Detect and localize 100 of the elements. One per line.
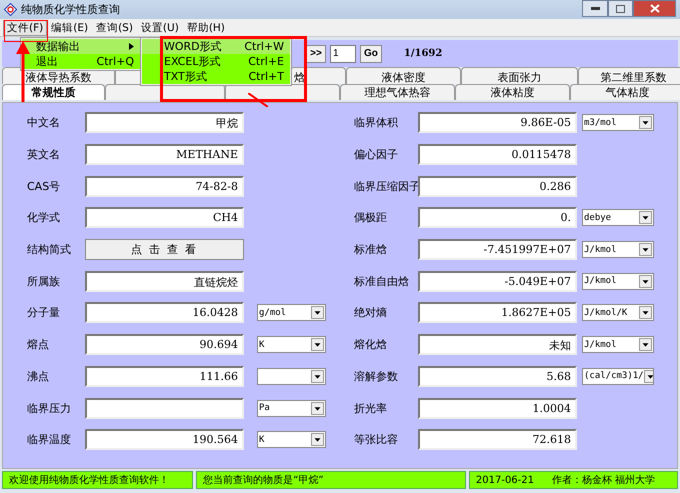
minimize-icon — [590, 7, 600, 10]
dropdown-caret-icon — [639, 338, 652, 352]
dropdown-caret-icon — [639, 274, 652, 288]
dropdown-caret-icon — [311, 370, 324, 383]
field-label: 所属族 — [27, 274, 61, 289]
value-field[interactable]: -5.049E+07 — [418, 270, 577, 292]
app-icon — [4, 3, 17, 16]
field-label: 偶极距 — [354, 210, 388, 226]
unit-dropdown[interactable]: g/mol — [257, 304, 326, 322]
window-title: 纯物质化学性质查询 — [21, 2, 120, 17]
close-button[interactable] — [633, 0, 676, 17]
status-text: 作者：杨金杯 福州大学 — [552, 474, 656, 487]
value-field[interactable]: 1.8627E+05 — [418, 302, 577, 324]
value-field[interactable]: 0.286 — [418, 176, 577, 197]
dropdown-caret-icon — [311, 338, 324, 352]
tab[interactable]: 第二维里系数 — [578, 67, 680, 84]
value-field[interactable]: 未知 — [418, 334, 577, 356]
tab[interactable]: 液体粘度 — [455, 84, 570, 100]
field-label: 熔化焓 — [354, 337, 388, 352]
value-field[interactable]: 1.0004 — [418, 398, 577, 419]
value-field[interactable]: 直链烷烃 — [85, 270, 244, 292]
field-label: 临界压力 — [27, 400, 72, 416]
unit-dropdown[interactable]: Pa — [257, 400, 326, 417]
unit-dropdown[interactable]: J/kmol/K — [582, 304, 654, 322]
record-count: 1/1692 — [404, 48, 442, 59]
view-structure-button[interactable]: 点 击 查 看 — [85, 239, 244, 260]
status-text: 2017-06-21 — [476, 474, 534, 486]
field-label: 分子量 — [27, 305, 61, 320]
tab[interactable]: 液体密度 — [346, 67, 461, 84]
close-icon — [650, 4, 660, 13]
unit-dropdown[interactable]: debye — [582, 209, 654, 226]
dropdown-caret-icon — [639, 243, 652, 256]
field-label: 临界温度 — [27, 432, 72, 448]
menu-entry[interactable]: EXCEL形式 Ctrl+E — [142, 54, 290, 69]
menu-item[interactable]: 设置(U) — [136, 20, 183, 36]
field-label: 中文名 — [27, 115, 61, 130]
unit-dropdown[interactable]: J/kmol — [582, 336, 654, 354]
field-label: 沸点 — [27, 368, 50, 384]
menu-item[interactable]: 编辑(E) — [47, 20, 92, 36]
value-field[interactable]: -7.451997E+07 — [418, 239, 577, 260]
menu-entry[interactable]: WORD形式 Ctrl+W — [142, 39, 290, 54]
menu-entry[interactable]: TXT形式 Ctrl+T — [142, 69, 290, 84]
dropdown-caret-icon — [311, 402, 324, 415]
value-field[interactable]: 90.694 — [85, 334, 244, 356]
field-label: 熔点 — [27, 337, 50, 352]
value-field[interactable] — [85, 398, 244, 419]
dropdown-caret-icon — [639, 116, 652, 130]
minimize-button[interactable] — [582, 0, 608, 17]
field-label: 溶解参数 — [354, 368, 399, 384]
field-label: CAS号 — [27, 178, 62, 194]
unit-dropdown[interactable]: K — [257, 336, 326, 354]
menu-item[interactable]: 帮助(H) — [182, 20, 229, 36]
value-field[interactable]: CH4 — [85, 207, 244, 228]
value-field[interactable]: 0. — [418, 207, 577, 228]
field-label: 化学式 — [27, 210, 61, 226]
value-field[interactable]: 0.0115478 — [418, 144, 577, 166]
dropdown-caret-icon — [311, 433, 324, 446]
field-label: 偏心因子 — [354, 147, 399, 162]
status-text: 欢迎使用纯物质化学性质查询软件！ — [2, 471, 194, 489]
unit-dropdown[interactable]: m3/mol — [582, 114, 654, 132]
status-text: 您当前查询的物质是“甲烷” — [196, 471, 466, 489]
go-button[interactable]: Go — [360, 44, 382, 62]
tab[interactable]: 表面张力 — [461, 67, 578, 84]
menu-item[interactable]: 查询(S) — [92, 20, 137, 36]
record-number-field[interactable]: 1 — [330, 44, 356, 62]
dropdown-caret-icon — [639, 211, 652, 224]
field-label: 临界压缩因子 — [354, 178, 418, 194]
value-field[interactable]: METHANE — [85, 144, 244, 166]
dropdown-caret-icon — [639, 306, 652, 320]
tab[interactable]: 气体粘度 — [570, 84, 680, 100]
tab[interactable]: 理想气体热容 — [340, 84, 455, 100]
field-label: 标准焓 — [354, 242, 388, 258]
highlight-frame — [4, 20, 48, 42]
value-field[interactable]: 16.0428 — [85, 302, 244, 324]
unit-dropdown[interactable] — [257, 368, 326, 385]
last-record-button[interactable]: >> — [306, 44, 326, 62]
unit-dropdown[interactable]: J/kmol — [582, 241, 654, 258]
field-label: 标准自由焓 — [354, 274, 410, 289]
value-field[interactable]: 甲烷 — [85, 112, 244, 134]
dropdown-caret-icon — [644, 370, 653, 383]
tab[interactable]: 焓 — [290, 67, 346, 84]
menu-item[interactable]: 文件(F) — [3, 20, 48, 36]
tab[interactable]: 常规性质 — [2, 84, 105, 100]
value-field[interactable]: 74-82-8 — [85, 176, 244, 197]
value-field[interactable]: 9.86E-05 — [418, 112, 577, 134]
unit-dropdown[interactable]: J/kmol — [582, 272, 654, 290]
field-label: 等张比容 — [354, 432, 399, 448]
menu-entry[interactable]: 退出 Ctrl+Q — [22, 54, 140, 69]
field-label: 绝对熵 — [354, 305, 388, 320]
field-label: 结构简式 — [27, 242, 72, 258]
maximize-button[interactable] — [608, 0, 633, 17]
value-field[interactable]: 190.564 — [85, 429, 244, 450]
unit-dropdown[interactable]: K — [257, 431, 326, 448]
value-field[interactable]: 111.66 — [85, 366, 244, 387]
dropdown-caret-icon — [311, 306, 324, 320]
value-field[interactable]: 5.68 — [418, 366, 577, 387]
unit-dropdown[interactable]: (cal/cm3)1/ — [582, 368, 654, 385]
value-field[interactable]: 72.618 — [418, 429, 577, 450]
field-label: 临界体积 — [354, 115, 399, 130]
menu-entry[interactable]: 数据输出 — [22, 39, 140, 54]
